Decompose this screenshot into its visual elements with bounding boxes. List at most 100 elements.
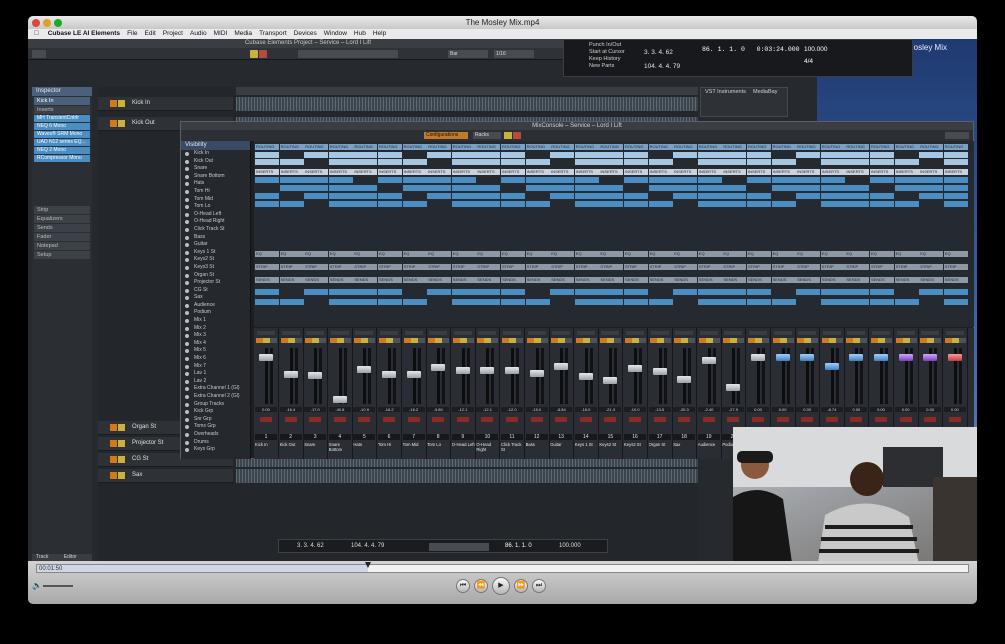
rack-slot[interactable] [304, 177, 329, 183]
right-locator[interactable]: 104. 4. 4. 79 [644, 60, 680, 74]
rack-slot[interactable] [919, 193, 944, 199]
visibility-item[interactable]: Overheads [181, 431, 250, 439]
rack-slot[interactable] [894, 177, 919, 183]
record-enable-button[interactable] [850, 417, 863, 422]
pan-control[interactable] [724, 331, 743, 335]
rack-slot[interactable] [353, 152, 378, 158]
record-enable-button[interactable] [825, 417, 838, 422]
visibility-item[interactable]: Podium [181, 309, 250, 317]
rack-sends-label[interactable]: SENDS [304, 277, 329, 283]
volume-readout[interactable]: -2.40 [697, 407, 720, 412]
rack-inserts-label[interactable]: INSERTS [328, 169, 353, 175]
rack-slot[interactable] [673, 193, 698, 199]
rack-slot[interactable] [697, 159, 722, 165]
fader-handle[interactable] [406, 371, 421, 379]
fader-handle[interactable] [628, 364, 642, 372]
rack-slot[interactable] [870, 193, 894, 199]
rack-slot[interactable] [353, 289, 378, 295]
rack-slot[interactable] [451, 193, 476, 199]
rack-slot[interactable] [525, 177, 550, 183]
rack-slot[interactable] [648, 299, 673, 305]
quantize-select[interactable]: 1/16 [494, 50, 534, 58]
visibility-item[interactable]: Tom Lo [181, 203, 250, 211]
rack-slot[interactable] [697, 193, 722, 199]
track-header[interactable]: Sax [98, 469, 233, 483]
rack-slot[interactable] [648, 201, 673, 207]
mute-solo-buttons[interactable] [944, 338, 966, 343]
fader-handle[interactable] [529, 370, 544, 377]
rack-slot[interactable] [624, 201, 648, 207]
fader-handle[interactable] [259, 354, 273, 361]
volume-readout[interactable]: 0.00 [894, 407, 917, 412]
rack-slot[interactable] [870, 201, 894, 207]
rack-strip-label[interactable]: STRIP [402, 264, 427, 270]
rack-routing-label[interactable]: ROUTING [328, 144, 353, 150]
rack-slot[interactable] [378, 177, 402, 183]
rack-slot[interactable] [845, 159, 870, 165]
zoom-icon[interactable] [54, 19, 62, 27]
rack-sends-label[interactable]: SENDS [353, 277, 378, 283]
mute-solo-buttons[interactable] [846, 338, 868, 343]
volume-readout[interactable]: -8.84 [550, 407, 573, 412]
rack-inserts-label[interactable]: INSERTS [451, 169, 476, 175]
rack-slot[interactable] [525, 299, 550, 305]
rack-slot[interactable] [328, 152, 353, 158]
rack-sends-label[interactable]: SENDS [378, 277, 402, 283]
tool-buttons[interactable] [298, 50, 398, 58]
mute-button[interactable] [110, 456, 117, 463]
track-tab[interactable]: Track [36, 554, 48, 560]
pan-control[interactable] [404, 331, 423, 335]
rack-strip-label[interactable]: STRIP [328, 264, 353, 270]
visibility-item[interactable]: Tom Mid [181, 196, 250, 204]
visibility-item[interactable]: Audience [181, 302, 250, 310]
rack-strip-label[interactable]: STRIP [525, 264, 550, 270]
rack-slot[interactable] [402, 299, 427, 305]
rack-slot[interactable] [402, 185, 427, 191]
rack-inserts-label[interactable]: INSERTS [894, 169, 919, 175]
rack-strip-label[interactable]: STRIP [673, 264, 698, 270]
rack-slot[interactable] [624, 159, 648, 165]
rack-slot[interactable] [501, 299, 525, 305]
rack-inserts-label[interactable]: INSERTS [402, 169, 427, 175]
rack-strip-label[interactable]: STRIP [599, 264, 624, 270]
volume-readout[interactable]: 0.00 [747, 407, 769, 412]
rack-eq-label[interactable]: EQ [402, 251, 427, 257]
rack-slot[interactable] [525, 201, 550, 207]
rack-routing-label[interactable]: ROUTING [870, 144, 894, 150]
editor-tab[interactable]: Editor [64, 554, 77, 560]
rack-slot[interactable] [451, 177, 476, 183]
rack-slot[interactable] [673, 185, 698, 191]
rack-eq-label[interactable]: EQ [747, 251, 771, 257]
mute-solo-buttons[interactable] [920, 338, 942, 343]
inspector-section[interactable]: Sends [34, 224, 90, 232]
visibility-item[interactable]: CG St [181, 287, 250, 295]
play-icon[interactable]: ▶ [492, 577, 510, 595]
visibility-item[interactable]: Hats [181, 180, 250, 188]
rack-slot[interactable] [353, 299, 378, 305]
time-position[interactable]: 0:03:24.000 [757, 46, 800, 53]
playhead-icon[interactable] [364, 562, 371, 568]
rack-slot[interactable] [574, 193, 599, 199]
mute-solo-buttons[interactable] [797, 338, 819, 343]
rack-sends-label[interactable]: SENDS [574, 277, 599, 283]
record-enable-button[interactable] [653, 417, 666, 422]
rack-slot[interactable] [870, 299, 894, 305]
minimize-icon[interactable] [43, 19, 51, 27]
visibility-item[interactable]: Lav 2 [181, 378, 250, 386]
rack-routing-label[interactable]: ROUTING [771, 144, 796, 150]
rack-slot[interactable] [501, 152, 525, 158]
rack-slot[interactable] [451, 159, 476, 165]
menu-item[interactable]: Edit [145, 30, 156, 37]
rack-sends-label[interactable]: SENDS [943, 277, 968, 283]
record-enable-button[interactable] [924, 417, 937, 422]
rack-slot[interactable] [673, 152, 698, 158]
rack-slot[interactable] [771, 177, 796, 183]
fader-handle[interactable] [332, 396, 347, 403]
rack-sends-label[interactable]: SENDS [427, 277, 452, 283]
fader-handle[interactable] [775, 354, 790, 361]
rack-sends-label[interactable]: SENDS [550, 277, 575, 283]
rack-slot[interactable] [919, 185, 944, 191]
record-enable-button[interactable] [309, 417, 322, 422]
mute-solo-buttons[interactable] [280, 338, 302, 343]
rack-sends-label[interactable]: SENDS [279, 277, 304, 283]
